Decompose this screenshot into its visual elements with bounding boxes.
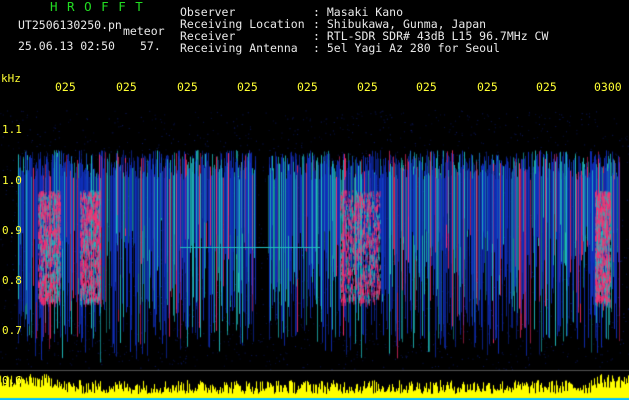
file-name: UT2506130250.pn (18, 18, 122, 32)
x-tick-label: 025 (357, 80, 378, 94)
x-tick-label: 025 (477, 80, 498, 94)
x-tick-label: 025 (55, 80, 76, 94)
x-tick-label: 025 (237, 80, 258, 94)
brand-title: H R O F F T (50, 0, 144, 14)
meteor-label: meteor (123, 24, 165, 38)
x-tick-label: 025 (177, 80, 198, 94)
x-tick-label: 0300 (594, 80, 622, 94)
y-tick-label: 0.9 (2, 224, 22, 237)
spectrogram-canvas (0, 70, 629, 400)
x-tick-label: 025 (536, 80, 557, 94)
y-tick-label: 0.6 (2, 374, 22, 387)
y-tick-label: 1.0 (2, 174, 22, 187)
y-tick-label: 1.1 (2, 123, 22, 136)
x-tick-label: 025 (297, 80, 318, 94)
datetime: 25.06.13 02:50 (18, 39, 115, 53)
y-unit-label: kHz (1, 72, 21, 85)
x-tick-label: 025 (116, 80, 137, 94)
y-tick-label: 0.7 (2, 324, 22, 337)
count: 57. (140, 39, 161, 53)
header-value-antenna: : 5el Yagi Az 280 for Seoul (313, 41, 500, 55)
header-label-antenna: Receiving Antenna (180, 41, 298, 55)
y-tick-label: 0.8 (2, 274, 22, 287)
x-tick-label: 025 (416, 80, 437, 94)
